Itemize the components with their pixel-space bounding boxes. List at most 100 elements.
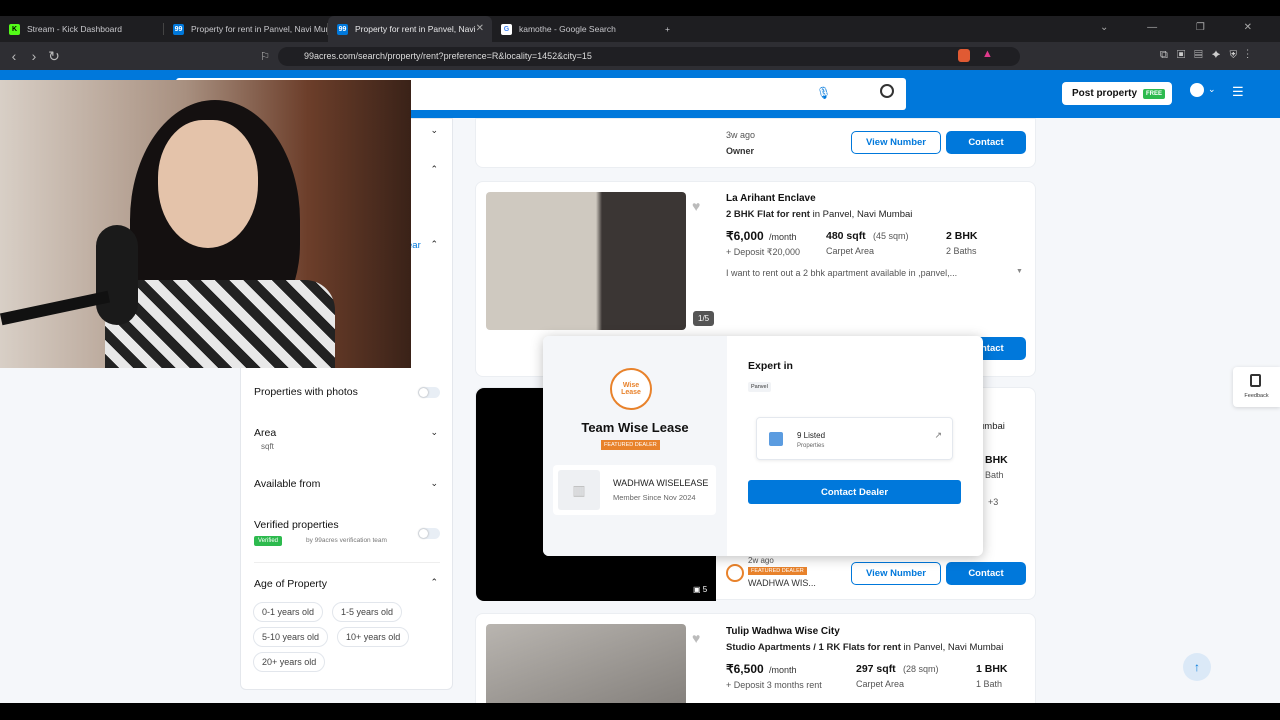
age-chip[interactable]: 20+ years old (253, 652, 326, 672)
listed-properties-card[interactable]: 9 Listed Properties ↗ (756, 417, 953, 460)
price-period: /month (769, 665, 797, 675)
age-chip[interactable]: 10+ years old (337, 627, 410, 647)
clipboard-icon (1250, 374, 1261, 387)
back-icon[interactable]: ‹ (4, 48, 24, 64)
area-alt[interactable]: (45 sqm) (873, 231, 909, 241)
streamer-shirt (105, 280, 335, 368)
forward-icon[interactable]: › (24, 48, 44, 64)
tab-99acres-1[interactable]: 99 Property for rent in Panvel, Navi Mum (164, 16, 328, 42)
property-photo[interactable] (486, 624, 686, 703)
rewards-icon[interactable]: ▲ (982, 48, 993, 60)
scroll-to-top-button[interactable]: ↑ (1183, 653, 1211, 681)
member-since: Member Since Nov 2024 (613, 493, 696, 502)
google-favicon-icon: G (501, 23, 512, 35)
tab-label: Property for rent in Panvel, Navi Mum (191, 24, 328, 34)
area-unit[interactable]: sqft (261, 442, 274, 451)
wise-lease-logo: Wise Lease (610, 368, 652, 410)
locality-chip: Panvel (748, 382, 771, 392)
bottom-letterbox (0, 703, 1280, 720)
webcam-overlay (0, 80, 411, 368)
company-name: WADHWA WISELEASE (613, 478, 709, 488)
property-type[interactable]: Studio Apartments / 1 RK Flats for rent (726, 642, 901, 653)
baths: 2 Baths (946, 246, 977, 256)
area-type: Carpet Area (856, 679, 905, 689)
view-number-button[interactable]: View Number (851, 131, 941, 154)
kick-favicon-icon: K (9, 23, 20, 35)
expert-in-heading: Expert in (748, 360, 793, 372)
area-filter-label[interactable]: Area (254, 427, 276, 439)
bath: Bath (985, 470, 1004, 480)
contact-button[interactable]: Contact (946, 131, 1026, 154)
available-filter-label[interactable]: Available from (254, 478, 320, 490)
reload-icon[interactable]: ↻ (44, 48, 64, 65)
toolbar-icons[interactable]: ⧉▣▤✦⛨⋮ (1160, 49, 1258, 62)
area-alt[interactable]: (28 sqm) (903, 664, 939, 674)
99acres-favicon-icon: 99 (337, 23, 348, 35)
chevron-down-icon[interactable]: ⌄ (1208, 84, 1216, 95)
contact-dealer-button[interactable]: Contact Dealer (748, 480, 961, 504)
menu-icon[interactable]: ☰ (1232, 84, 1244, 100)
chevron-up-icon[interactable]: ⌃ (430, 239, 438, 250)
99acres-favicon-icon: 99 (173, 23, 184, 35)
url-field[interactable]: 99acres.com/search/property/rent?prefere… (278, 47, 1020, 66)
deposit: + Deposit 3 months rent (726, 680, 822, 690)
new-tab-button[interactable]: + (656, 16, 686, 42)
deposit: + Deposit ₹20,000 (726, 247, 801, 257)
chevron-down-icon[interactable]: ⌄ (430, 125, 438, 136)
heart-icon[interactable]: ♥ (692, 198, 700, 214)
description: I want to rent out a 2 bhk apartment ava… (726, 268, 958, 278)
tab-kick[interactable]: K Stream - Kick Dashboard (0, 16, 164, 42)
search-icon[interactable] (880, 84, 894, 98)
photos-toggle[interactable] (418, 387, 440, 398)
age-chip[interactable]: 0-1 years old (253, 602, 324, 622)
more-amenities[interactable]: +3 (988, 497, 998, 507)
heart-icon[interactable]: ♥ (692, 630, 700, 646)
age-filter-label[interactable]: Age of Property (254, 578, 327, 590)
chevron-down-icon[interactable]: ⌄ (430, 478, 438, 489)
view-number-button[interactable]: View Number (851, 562, 941, 585)
tab-99acres-2[interactable]: 99 Property for rent in Panvel, Navi ✕ (328, 16, 492, 42)
tab-label: Stream - Kick Dashboard (27, 24, 122, 34)
chevron-up-icon[interactable]: ⌃ (430, 577, 438, 588)
listing-card: ♥ Tulip Wadhwa Wise City Studio Apartmen… (475, 613, 1036, 703)
dealer-name[interactable]: WADHWA WIS... (748, 578, 816, 588)
age-chip[interactable]: 5-10 years old (253, 627, 329, 647)
tab-google[interactable]: Gkamothe - Google Search (492, 16, 656, 42)
photo-counter: 1/5 (693, 311, 715, 326)
brave-shield-icon[interactable] (958, 49, 970, 62)
feedback-button[interactable]: Feedback (1233, 367, 1280, 407)
bookmark-icon[interactable]: ⚐ (255, 50, 275, 63)
close-tab-icon[interactable]: ✕ (476, 23, 484, 34)
tab-label: kamothe - Google Search (519, 24, 616, 34)
project-name[interactable]: La Arihant Enclave (726, 193, 816, 204)
dealer-logo-icon (726, 564, 744, 582)
price-period: /month (769, 232, 797, 242)
free-badge: FREE (1143, 88, 1166, 99)
chevron-down-icon[interactable]: ⌄ (430, 427, 438, 438)
dealer-popup: Wise Lease Team Wise Lease FEATURED DEAL… (543, 336, 983, 556)
bhk: 2 BHK (946, 230, 978, 242)
age-chip[interactable]: 1-5 years old (332, 602, 403, 622)
expand-icon[interactable]: ▼ (1016, 268, 1023, 275)
area: 480 sqft (826, 230, 866, 242)
user-icon[interactable] (1190, 83, 1204, 97)
property-photo[interactable] (486, 192, 686, 330)
dealer-team-name: Team Wise Lease (581, 420, 689, 435)
property-type[interactable]: 2 BHK Flat for rent (726, 209, 810, 220)
arrow-up-right-icon: ↗ (934, 430, 942, 440)
photos-filter-label: Properties with photos (254, 386, 358, 398)
mic-icon[interactable]: 🎙 (816, 86, 831, 100)
project-name[interactable]: Tulip Wadhwa Wise City (726, 626, 840, 637)
contact-button[interactable]: Contact (946, 562, 1026, 585)
bhk: BHK (985, 454, 1008, 466)
baths: 1 Bath (976, 679, 1003, 689)
post-property-button[interactable]: Post property FREE (1062, 82, 1172, 105)
property-location: in Panvel, Navi Mumbai (812, 209, 913, 220)
window-controls[interactable]: ⌄ — ❐ ✕ (1100, 22, 1270, 33)
microphone-icon (96, 225, 138, 325)
chevron-up-icon[interactable]: ⌃ (430, 164, 438, 175)
listed-sub: Properties (797, 443, 825, 449)
featured-dealer-badge: FEATURED DEALER (748, 567, 807, 575)
posted-by: Owner (726, 146, 755, 156)
verified-toggle[interactable] (418, 528, 440, 539)
